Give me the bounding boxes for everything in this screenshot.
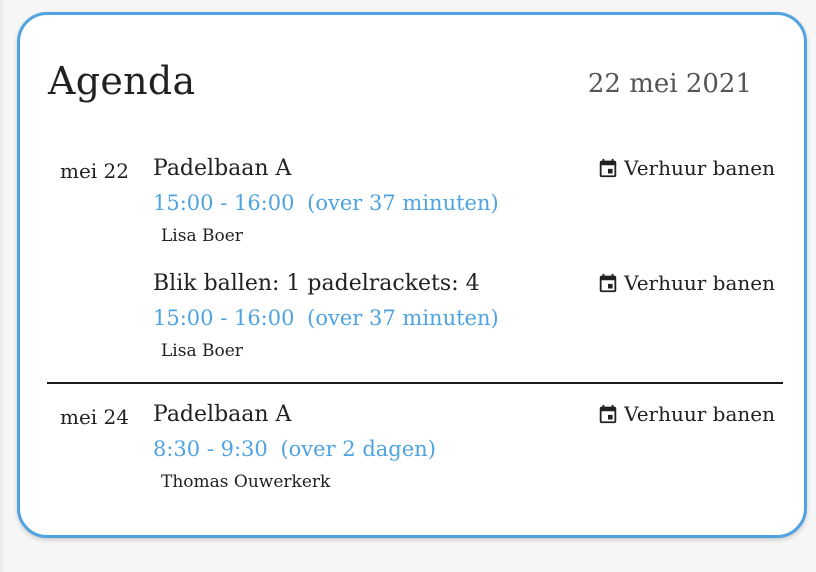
day-label: mei 22 [60, 159, 130, 183]
event-time: 15:00 - 16:00 [153, 191, 295, 215]
event-time-row: 15:00 - 16:00 (over 37 minuten) [153, 306, 499, 330]
day-divider [47, 382, 783, 384]
event-person: Lisa Boer [161, 226, 243, 246]
event-calendar-name: Verhuur banen [624, 402, 775, 426]
event-calendar: Verhuur banen [597, 271, 775, 295]
event-title: Padelbaan A [153, 156, 292, 181]
event-time: 15:00 - 16:00 [153, 306, 295, 330]
day-label: mei 24 [60, 405, 130, 429]
card-title: Agenda [48, 59, 196, 103]
event-time-row: 8:30 - 9:30 (over 2 dagen) [153, 437, 436, 461]
event-title: Blik ballen: 1 padelrackets: 4 [153, 271, 480, 296]
calendar-icon [599, 273, 617, 293]
calendar-icon [599, 404, 617, 424]
event-relative-time: (over 2 dagen) [280, 437, 436, 461]
calendar-icon [599, 158, 617, 178]
event-item[interactable]: Padelbaan A 15:00 - 16:00 (over 37 minut… [153, 156, 775, 256]
event-person: Thomas Ouwerkerk [161, 472, 331, 492]
event-person: Lisa Boer [161, 341, 243, 361]
event-time-row: 15:00 - 16:00 (over 37 minuten) [153, 191, 499, 215]
event-item[interactable]: Blik ballen: 1 padelrackets: 4 15:00 - 1… [153, 271, 775, 371]
event-calendar: Verhuur banen [597, 156, 775, 180]
current-date: 22 mei 2021 [587, 69, 752, 99]
event-title: Padelbaan A [153, 402, 292, 427]
event-calendar-name: Verhuur banen [624, 271, 775, 295]
event-calendar: Verhuur banen [597, 402, 775, 426]
card-header: Agenda 22 mei 2021 [20, 15, 804, 135]
event-relative-time: (over 37 minuten) [307, 191, 499, 215]
event-time: 8:30 - 9:30 [153, 437, 268, 461]
event-item[interactable]: Padelbaan A 8:30 - 9:30 (over 2 dagen) T… [153, 402, 775, 502]
event-calendar-name: Verhuur banen [624, 156, 775, 180]
agenda-card: Agenda 22 mei 2021 mei 22 Padelbaan A 15… [17, 12, 807, 538]
background-strip [0, 0, 3, 572]
event-relative-time: (over 37 minuten) [307, 306, 499, 330]
